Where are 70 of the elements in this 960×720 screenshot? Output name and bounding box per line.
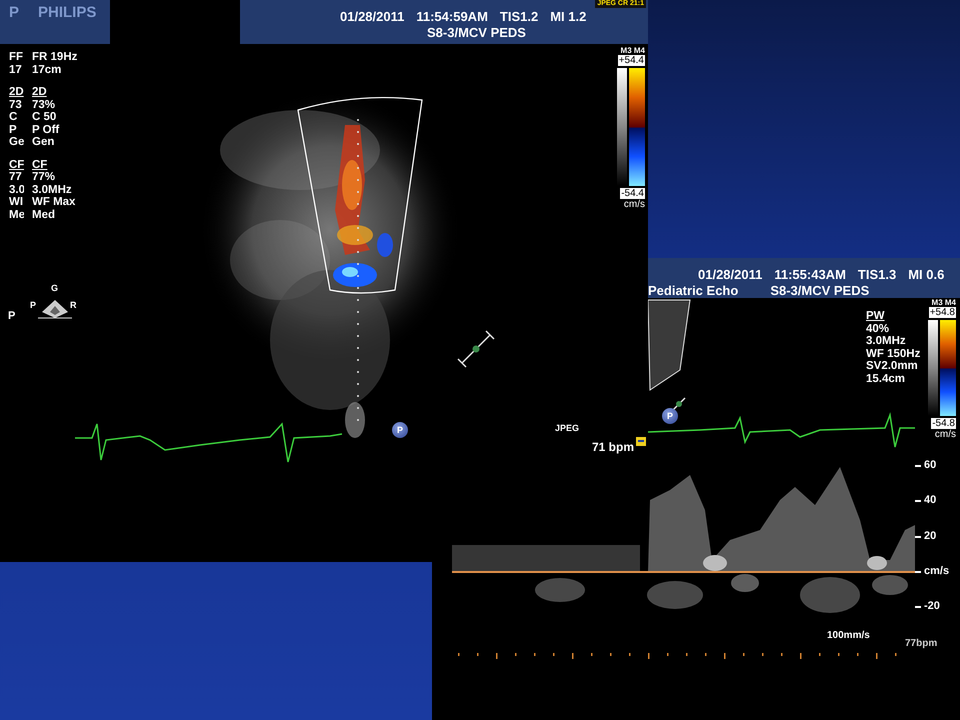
setting-text: 15.4cm (866, 372, 906, 385)
orientation-label: P (30, 300, 36, 310)
preset-text: Pediatric Echo (648, 283, 738, 298)
setting-text: 77 (9, 171, 23, 184)
setting-text: WF Max (32, 196, 76, 208)
axis-label: -20 (924, 600, 940, 612)
setting-text: 73% (32, 98, 56, 111)
setting-text: Gen (32, 136, 56, 148)
section-heading: CF (32, 158, 48, 171)
flag-icon (636, 437, 646, 446)
scale-unit: cm/s (934, 429, 956, 440)
mode-label: M3 M4 (620, 46, 645, 55)
setting-text: WI (9, 196, 24, 208)
setting-text: 3.0MHz (866, 335, 907, 348)
caliper-icon (457, 330, 495, 368)
sweep-speed: 100mm/s (827, 630, 870, 641)
thermal-index: TIS1.2 (500, 9, 538, 24)
section-heading: CF (9, 158, 25, 171)
scale-min: -54.8 (931, 418, 956, 429)
orientation-label: P (8, 310, 16, 322)
setting-text: WF 150Hz (866, 348, 920, 360)
setting-text: 3.0MHz (32, 184, 73, 196)
mode-label: M3 M4 (932, 298, 956, 307)
caliper-icon (672, 397, 686, 411)
section-heading: PW (866, 310, 886, 322)
thermal-index: TIS1.3 (858, 267, 896, 282)
time-text: 11:54:59AM (416, 9, 488, 24)
date-text: 01/28/2011 (340, 9, 404, 24)
axis-label: 40 (924, 494, 936, 506)
orientation-icon (38, 300, 72, 318)
setting-text: 17 (9, 64, 23, 76)
probe-text: S8-3/MCV PEDS (427, 25, 526, 40)
mechanical-index: MI 1.2 (550, 9, 586, 24)
axis-label: 60 (924, 459, 936, 471)
scale-min: -54.4 (620, 188, 645, 199)
setting-text: Me (9, 208, 25, 221)
format-label: JPEG (555, 423, 580, 433)
setting-text: P Off (32, 124, 60, 136)
section-heading: 2D (32, 86, 48, 98)
probe-marker: P (392, 422, 408, 438)
heart-rate: 77bpm (905, 638, 938, 649)
setting-text: 73 (9, 98, 23, 111)
setting-text: 3.0 (9, 184, 25, 196)
setting-text: C (9, 111, 18, 124)
axis-label: 20 (924, 530, 936, 542)
setting-text: 77% (32, 171, 56, 184)
heart-rate: 71 bpm (592, 440, 634, 454)
setting-text: 17cm (32, 64, 62, 76)
setting-text: FR 19Hz (32, 51, 78, 64)
orientation-label: R (70, 300, 76, 310)
setting-text: P (9, 124, 18, 136)
scale-max: +54.8 (928, 307, 956, 318)
mechanical-index: MI 0.6 (908, 267, 944, 282)
logo-text: PHILIPS (37, 3, 98, 23)
probe-text: S8-3/MCV PEDS (770, 283, 870, 298)
orientation-label: G (51, 283, 58, 293)
setting-text: C 50 (32, 111, 58, 124)
setting-text: SV2.0mm (866, 360, 919, 372)
scale-max: +54.4 (618, 55, 645, 66)
section-heading: 2D (9, 86, 25, 98)
date-text: 01/28/2011 (698, 267, 762, 282)
axis-label: cm/s (924, 565, 950, 577)
setting-text: Ge (9, 136, 25, 148)
probe-marker: P (662, 408, 678, 424)
setting-text: FF (9, 51, 24, 64)
scale-unit: cm/s (624, 199, 645, 210)
logo-text: P (8, 3, 20, 23)
setting-text: 40% (866, 322, 890, 335)
time-text: 11:55:43AM (774, 267, 846, 282)
setting-text: Med (32, 208, 56, 221)
